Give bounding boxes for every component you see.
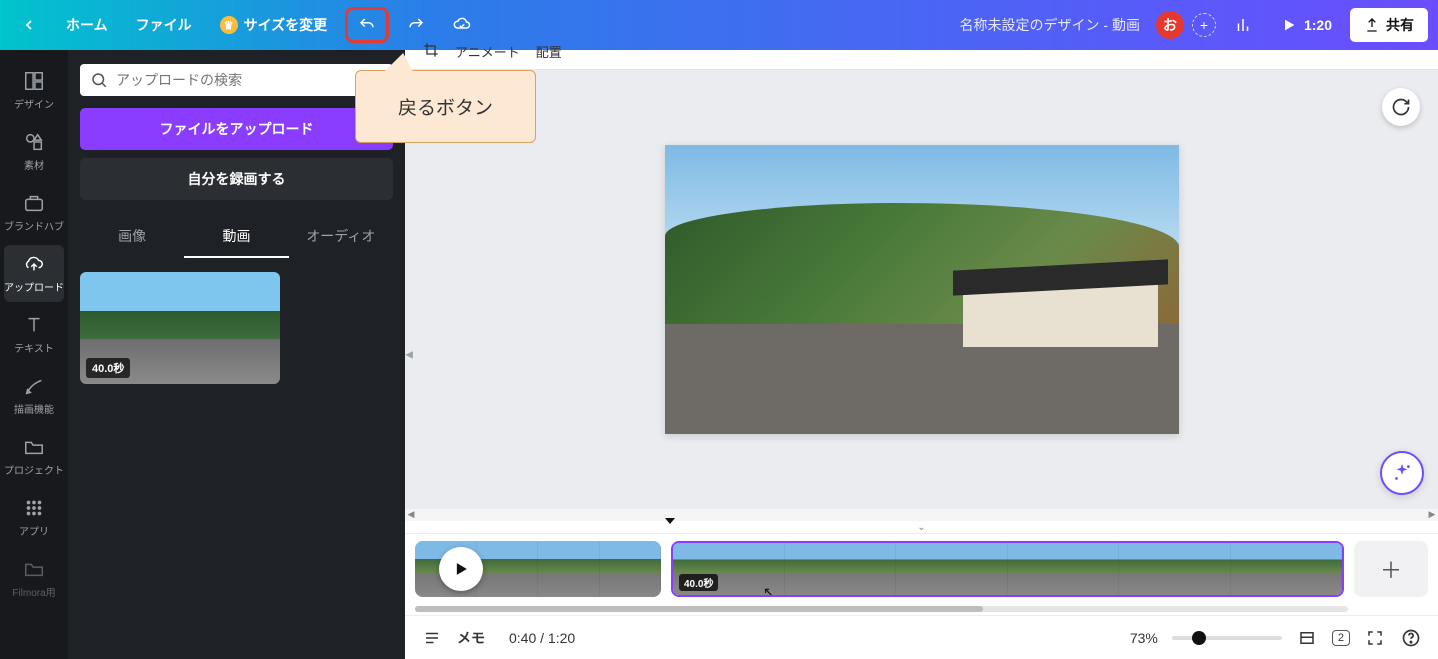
canvas-h-scrollbar[interactable]: ◀▶: [405, 509, 1438, 521]
grid-icon: [23, 497, 45, 519]
timeline-clip-2-selected[interactable]: 40.0秒 ↖: [671, 541, 1344, 597]
sparkle-icon: [1391, 462, 1413, 484]
play-icon: [1280, 16, 1298, 34]
undo-highlight-annotation: [345, 7, 389, 43]
playhead-marker-icon[interactable]: [665, 518, 675, 524]
animate-button[interactable]: アニメート: [455, 42, 520, 61]
panel-collapse-handle[interactable]: ◀: [405, 349, 413, 360]
rail-draw[interactable]: 描画機能: [4, 367, 64, 424]
file-menu-button[interactable]: ファイル: [126, 9, 202, 41]
clip2-duration-label: 40.0秒: [679, 574, 718, 591]
cloud-upload-icon: [23, 253, 45, 275]
timeline-collapse-handle[interactable]: ⌄: [405, 521, 1438, 533]
rail-projects[interactable]: プロジェクト: [4, 428, 64, 485]
resize-button[interactable]: ♛ サイズを変更: [210, 9, 338, 41]
timeline-clip-1[interactable]: [415, 541, 661, 597]
play-preview-button[interactable]: 1:20: [1270, 10, 1342, 40]
help-icon[interactable]: [1400, 627, 1422, 649]
redo-icon: [407, 16, 425, 34]
crop-icon[interactable]: [423, 42, 439, 61]
search-input[interactable]: [116, 72, 383, 88]
upload-panel: ファイルをアップロード 自分を録画する 画像 動画 オーディオ 40.0秒 ◀: [68, 50, 405, 659]
record-yourself-button[interactable]: 自分を録画する: [80, 158, 393, 200]
add-page-button[interactable]: ＋: [1354, 541, 1428, 597]
grid-view-icon[interactable]: [1296, 627, 1318, 649]
thumb-duration-label: 40.0秒: [86, 358, 130, 378]
redo-button[interactable]: [397, 10, 435, 40]
rail-apps[interactable]: アプリ: [4, 489, 64, 546]
playback-time: 0:40 / 1:20: [509, 630, 575, 646]
tab-video[interactable]: 動画: [184, 216, 288, 258]
fullscreen-icon[interactable]: [1364, 627, 1386, 649]
duration-label: 1:20: [1304, 17, 1332, 33]
pencil-icon: [23, 375, 45, 397]
rail-filmora[interactable]: Filmora用: [4, 550, 64, 607]
nav-rail: デザイン 素材 ブランドハブ アップロード テキスト 描画機能 プロジェクト: [0, 50, 68, 659]
template-icon: [23, 70, 45, 92]
crown-icon: ♛: [220, 16, 238, 34]
rail-design[interactable]: デザイン: [4, 62, 64, 119]
notes-icon[interactable]: [421, 627, 443, 649]
text-icon: [23, 314, 45, 336]
play-fill-icon: [451, 559, 471, 579]
canvas-area: アニメート 配置 ◀▶ ⌄: [405, 50, 1438, 659]
user-avatar[interactable]: お: [1156, 11, 1184, 39]
analytics-button[interactable]: [1224, 10, 1262, 40]
tab-audio[interactable]: オーディオ: [289, 216, 393, 258]
search-uploads[interactable]: [80, 64, 393, 96]
timeline-scrollbar[interactable]: [405, 603, 1438, 615]
add-collaborator-button[interactable]: +: [1192, 13, 1216, 37]
cloud-sync-button[interactable]: [443, 10, 481, 40]
undo-button[interactable]: [352, 12, 382, 38]
canvas-toolbar: アニメート 配置: [405, 50, 1438, 70]
upload-arrow-icon: [1364, 17, 1380, 33]
share-label: 共有: [1386, 15, 1414, 35]
position-button[interactable]: 配置: [536, 42, 562, 61]
rail-elements[interactable]: 素材: [4, 123, 64, 180]
chevron-left-icon: [20, 16, 38, 34]
back-chevron-button[interactable]: [10, 10, 48, 40]
plus-icon: ＋: [1380, 553, 1402, 585]
rail-upload[interactable]: アップロード: [4, 245, 64, 302]
top-toolbar: ホーム ファイル ♛ サイズを変更 名称未設定のデザイン - 動画 お + 1:…: [0, 0, 1438, 50]
memo-button[interactable]: メモ: [457, 628, 485, 648]
mouse-cursor-icon: ↖: [763, 584, 775, 597]
upload-tabs: 画像 動画 オーディオ: [80, 216, 393, 258]
video-thumbnail[interactable]: 40.0秒: [80, 272, 280, 384]
timeline-play-button[interactable]: [439, 547, 483, 591]
share-button[interactable]: 共有: [1350, 8, 1428, 42]
home-button[interactable]: ホーム: [56, 9, 118, 41]
bottom-bar: メモ 0:40 / 1:20 73% 2: [405, 615, 1438, 659]
timeline: 40.0秒 ↖ ＋: [405, 533, 1438, 603]
upload-file-button[interactable]: ファイルをアップロード: [80, 108, 393, 150]
folder-icon: [23, 436, 45, 458]
design-title[interactable]: 名称未設定のデザイン - 動画: [960, 15, 1140, 35]
refresh-frame-button[interactable]: [1382, 88, 1420, 126]
annotation-callout: 戻るボタン: [355, 70, 536, 143]
shapes-icon: [23, 131, 45, 153]
undo-icon: [358, 16, 376, 34]
zoom-slider[interactable]: [1172, 636, 1282, 640]
page-count-badge[interactable]: 2: [1332, 630, 1350, 646]
video-preview[interactable]: [665, 145, 1179, 434]
folder-dim-icon: [23, 558, 45, 580]
briefcase-icon: [23, 192, 45, 214]
rail-text[interactable]: テキスト: [4, 306, 64, 363]
search-icon: [90, 71, 108, 89]
canvas-stage[interactable]: [405, 70, 1438, 509]
zoom-percent[interactable]: 73%: [1130, 630, 1158, 646]
cloud-check-icon: [453, 16, 471, 34]
tab-image[interactable]: 画像: [80, 216, 184, 258]
magic-ai-button[interactable]: [1380, 451, 1424, 495]
rail-brandhub[interactable]: ブランドハブ: [4, 184, 64, 241]
resize-label: サイズを変更: [244, 15, 328, 35]
refresh-icon: [1391, 97, 1411, 117]
bar-chart-icon: [1234, 16, 1252, 34]
